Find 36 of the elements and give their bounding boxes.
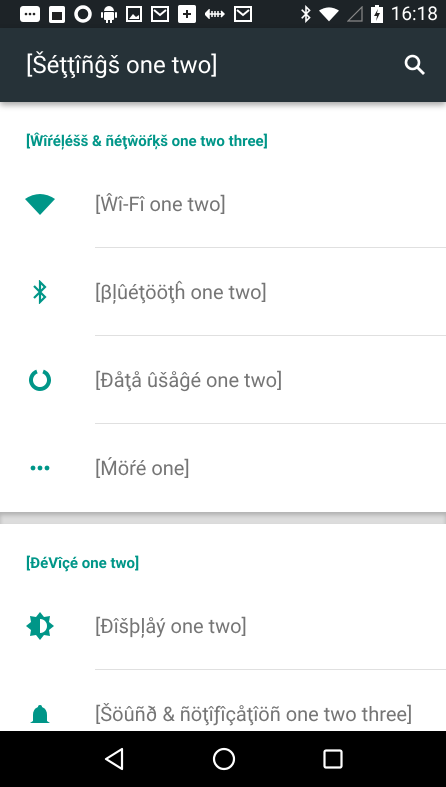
settings-item[interactable]: [Đîšþļåý one two] [0, 582, 446, 670]
battery-icon [370, 5, 383, 23]
settings-item[interactable]: [Đåţå ûšåĝé one two] [0, 336, 446, 424]
ring-icon [28, 368, 52, 392]
section-header: [Ŵîŕéļéšš & ñéţŵöŕķš one two three] [26, 130, 268, 152]
item-label: [Ŵî-Fî one two] [95, 190, 226, 218]
item-label: [Đîšþļåý one two] [95, 612, 247, 640]
item-label: [Đåţå ûšåĝé one two] [95, 366, 282, 394]
bluetooth-icon [32, 280, 46, 304]
mail-icon [234, 6, 252, 22]
section-header: [ĐéVîçé one two] [26, 552, 140, 574]
plus-icon [178, 5, 196, 23]
mail-icon [151, 6, 169, 22]
bluetooth-icon [300, 5, 311, 23]
signal-icon [346, 6, 363, 22]
app-title: [Šéţţîñĝš one two] [26, 50, 218, 81]
item-label: [βļûéţööţĥ one two] [95, 278, 267, 306]
wifi-icon [24, 193, 54, 215]
more-icon [30, 465, 50, 471]
image-icon [126, 6, 142, 22]
settings-item[interactable]: [Ḿöŕé one] [0, 424, 446, 512]
item-label: [Ḿöŕé one] [95, 455, 190, 482]
status-time: 16:18 [390, 0, 438, 27]
wifi-icon [318, 6, 339, 22]
home-button[interactable] [212, 747, 236, 771]
chat-icon [20, 6, 40, 22]
bell-icon [28, 705, 50, 723]
brightness-icon [26, 612, 54, 640]
recents-button[interactable] [322, 749, 343, 769]
item-label: [Šöûñð & ñöţîƒîçåţîöñ one two three] [95, 701, 412, 728]
settings-item[interactable]: [βļûéţööţĥ one two] [0, 248, 446, 336]
circle-icon [74, 5, 92, 23]
back-button[interactable] [103, 747, 126, 771]
settings-item[interactable]: [Šöûñð & ñöţîƒîçåţîöñ one two three] [0, 670, 446, 731]
settings-item[interactable]: [Ŵî-Fî one two] [0, 160, 446, 248]
android-icon [101, 5, 117, 23]
